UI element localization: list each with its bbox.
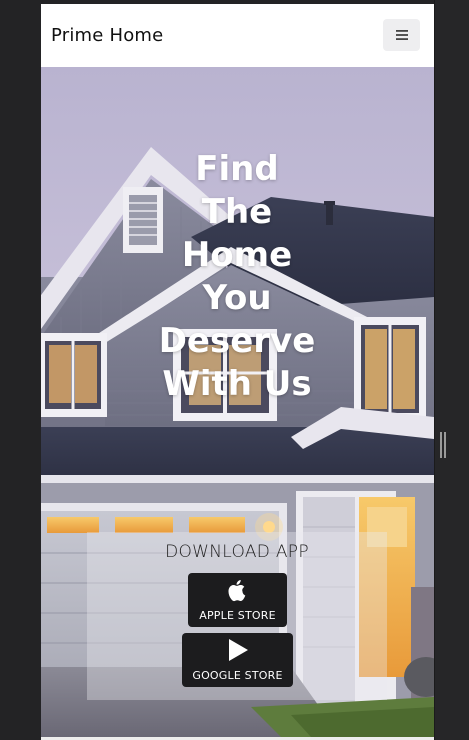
headline-line: Find	[195, 148, 279, 189]
page-viewport: Prime Home Find The Home You Deserve Wit…	[41, 4, 434, 737]
left-gutter	[0, 0, 41, 740]
play-icon	[227, 638, 249, 666]
download-app-panel: DOWNLOAD APP APPLE STORE GOOGLE STORE	[87, 532, 387, 700]
hamburger-icon	[395, 29, 409, 41]
google-store-label: GOOGLE STORE	[192, 669, 283, 682]
apple-store-button[interactable]: APPLE STORE	[188, 573, 287, 627]
headline-line: Deserve	[158, 320, 316, 361]
apple-store-label: APPLE STORE	[199, 609, 276, 622]
resize-handle[interactable]	[440, 432, 446, 458]
headline-line: Home	[181, 234, 293, 275]
headline-line: The	[201, 191, 273, 232]
hero-headline: Find The Home You Deserve With Us	[101, 148, 373, 406]
menu-toggle-button[interactable]	[383, 19, 420, 51]
google-store-button[interactable]: GOOGLE STORE	[182, 633, 293, 687]
headline-line: You	[202, 277, 272, 318]
download-app-title: DOWNLOAD APP	[165, 542, 309, 562]
apple-icon	[227, 578, 248, 606]
hero-section: Find The Home You Deserve With Us DOWNLO…	[41, 67, 434, 737]
right-gutter	[434, 0, 469, 740]
brand-name[interactable]: Prime Home	[51, 25, 163, 46]
headline-line: With Us	[162, 363, 312, 404]
navbar: Prime Home	[41, 4, 434, 67]
browser-frame: Prime Home Find The Home You Deserve Wit…	[0, 0, 469, 740]
